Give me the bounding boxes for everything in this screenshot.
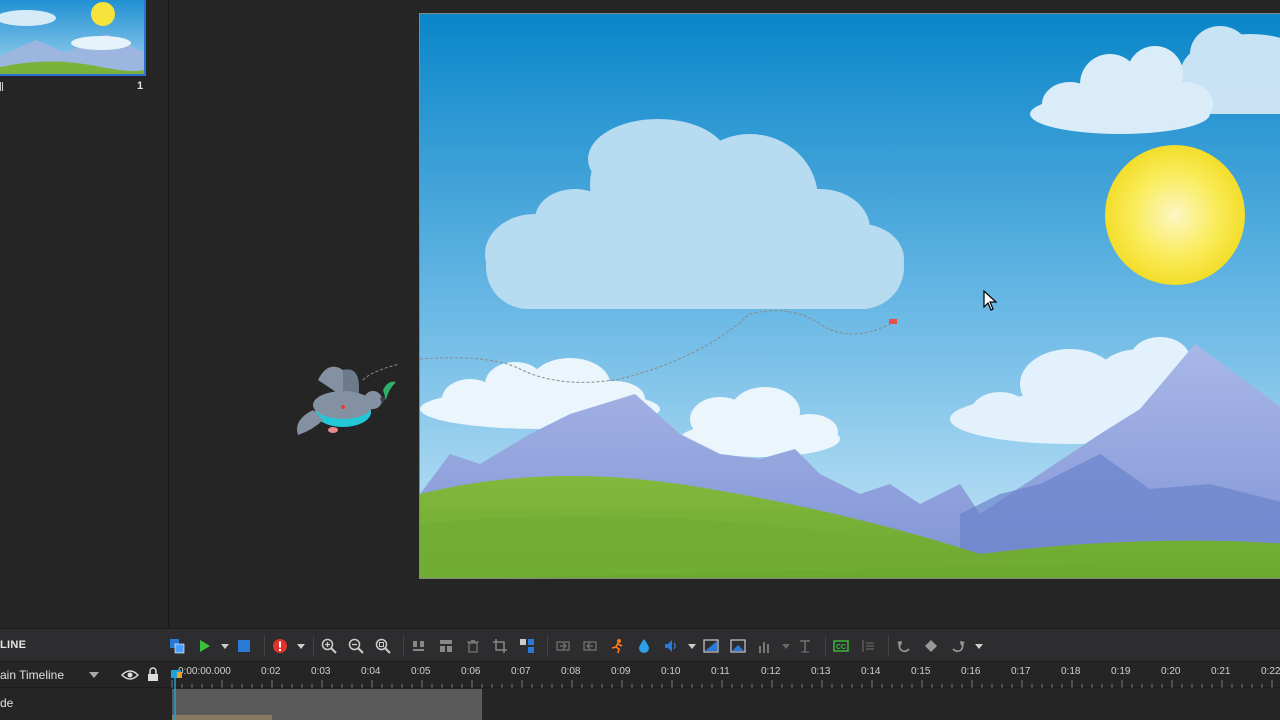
chart-dropdown-icon[interactable] [781,635,791,657]
slide-number: 1 [137,80,144,92]
ruler-label: 0:09 [611,666,631,677]
ruler-label: 0:04 [361,666,381,677]
ruler-label: 0:17 [1011,666,1031,677]
chevron-down-icon[interactable] [88,670,100,680]
ruler-label: 0:12 [761,666,781,677]
record-icon[interactable] [269,635,291,657]
timeline-panel-title: LINE [0,639,27,651]
slide-thumbnail[interactable] [0,0,146,76]
toolbar-separator [264,636,265,656]
timeline-tools: CC [166,634,987,658]
camera-icon[interactable] [700,635,722,657]
ruler-label: 0:11 [711,666,730,677]
ruler-label: 0:00:00.000 [178,666,231,677]
toolbar-separator [888,636,889,656]
timeline-name: ain Timeline [0,668,65,682]
audio-icon[interactable] [660,635,682,657]
slide-marker [0,82,3,91]
align-left-icon[interactable] [408,635,430,657]
image-icon[interactable] [727,635,749,657]
timeline-track: de [0,689,1280,720]
ruler-label: 0:13 [811,666,831,677]
playhead[interactable] [170,668,182,720]
ruler-label: 0:05 [411,666,431,677]
lock-icon[interactable] [147,667,159,682]
ruler-label: 0:16 [961,666,981,677]
marker-icon[interactable] [857,635,879,657]
stage-canvas[interactable] [419,13,1280,579]
chart-icon[interactable] [754,635,776,657]
mouse-cursor-icon [983,290,998,311]
select-icon[interactable] [166,635,188,657]
zoom-in-icon[interactable] [318,635,340,657]
undo-icon[interactable] [893,635,915,657]
keyframe-icon[interactable] [920,635,942,657]
record-dropdown-icon[interactable] [296,635,306,657]
toolbar-separator [403,636,404,656]
app-window: 1 LINE CC ain Timeline 0:00:00.000 0:02 … [0,0,1280,720]
eye-icon[interactable] [121,668,139,682]
group-icon[interactable] [516,635,538,657]
ruler-label: 0:18 [1061,666,1081,677]
redo-dropdown-icon[interactable] [974,635,984,657]
track-clip-secondary[interactable] [172,715,272,720]
time-ruler[interactable]: 0:00:00.000 0:02 0:03 0:04 0:05 0:06 0:0… [170,662,1280,688]
sun-shape [1105,145,1245,285]
ruler-label: 0:06 [461,666,481,677]
bird-object[interactable] [288,360,398,455]
ruler-label: 0:07 [511,666,531,677]
ruler-label: 0:20 [1161,666,1181,677]
track-label: de [0,696,14,710]
play-dropdown-icon[interactable] [220,635,230,657]
ruler-label: 0:21 [1211,666,1231,677]
audio-dropdown-icon[interactable] [687,635,697,657]
slides-panel: 1 [0,0,169,628]
ruler-label: 0:19 [1111,666,1131,677]
ruler-label: 0:15 [911,666,931,677]
redo-icon[interactable] [947,635,969,657]
transition-out-icon[interactable] [579,635,601,657]
ruler-label: 0:22 [1261,666,1280,677]
toolbar-separator [313,636,314,656]
closed-caption-icon[interactable]: CC [830,635,852,657]
svg-text:CC: CC [836,644,846,651]
transition-in-icon[interactable] [552,635,574,657]
ruler-label: 0:03 [311,666,331,677]
stage-area [170,0,1280,628]
play-icon[interactable] [193,635,215,657]
crop-icon[interactable] [489,635,511,657]
toolbar-separator [825,636,826,656]
animation-icon[interactable] [606,635,628,657]
timeline-toolbar: LINE CC [0,628,1280,662]
timeline-header: ain Timeline 0:00:00.000 0:02 0:03 0:04 … [0,662,1280,688]
align-center-icon[interactable] [435,635,457,657]
delete-icon[interactable] [462,635,484,657]
effect-drop-icon[interactable] [633,635,655,657]
zoom-out-icon[interactable] [345,635,367,657]
zoom-fit-icon[interactable] [372,635,394,657]
ruler-label: 0:14 [861,666,881,677]
ruler-label: 0:10 [661,666,681,677]
text-effect-icon[interactable] [794,635,816,657]
ruler-label: 0:08 [561,666,581,677]
ruler-label: 0:02 [261,666,281,677]
toolbar-separator [547,636,548,656]
stop-icon[interactable] [233,635,255,657]
